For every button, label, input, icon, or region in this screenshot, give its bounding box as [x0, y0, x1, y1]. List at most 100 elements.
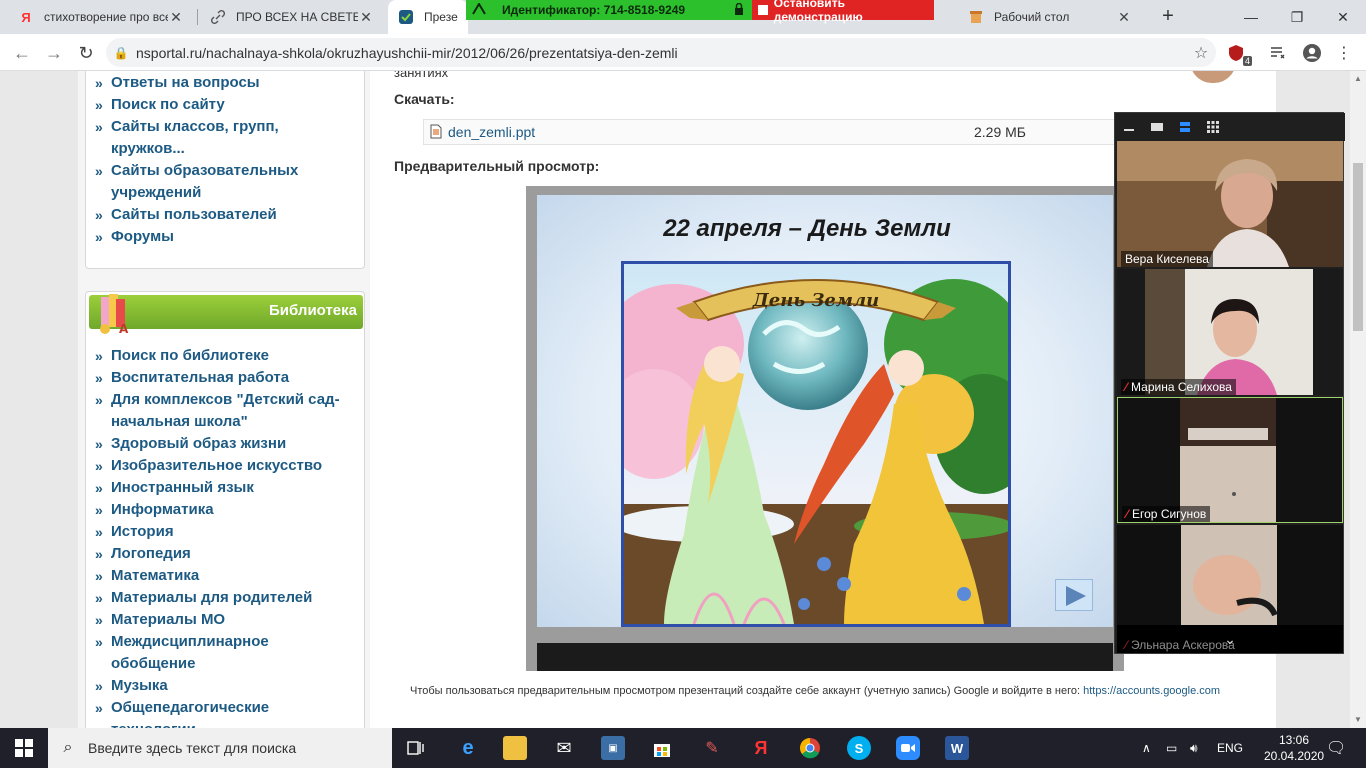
new-tab-button[interactable]: +: [1156, 5, 1180, 29]
slide-title: 22 апреля – День Земли: [663, 215, 951, 242]
tab-yandex[interactable]: Я стихотворение про все ✕: [8, 0, 194, 34]
library-item-cont[interactable]: обобщение: [111, 653, 195, 675]
tab-pro-vseh[interactable]: ПРО ВСЕХ НА СВЕТЕ Б ✕: [200, 0, 384, 34]
tab-prezentatsiya[interactable]: Презен: [388, 0, 468, 34]
library-item[interactable]: Общепедагогические: [95, 697, 269, 719]
participant-video: [1118, 398, 1342, 522]
minimize-icon[interactable]: [1121, 119, 1137, 135]
scroll-up-icon[interactable]: ▲: [1350, 71, 1366, 87]
chrome-icon[interactable]: [798, 736, 822, 760]
library-item[interactable]: Изобразительное искусство: [95, 455, 322, 477]
page-scrollbar[interactable]: ▲ ▼: [1350, 71, 1366, 728]
library-item[interactable]: Для комплексов "Детский сад-: [95, 389, 340, 411]
single-view-icon[interactable]: [1149, 119, 1165, 135]
mail-icon[interactable]: ✉: [552, 736, 576, 760]
participant-tile[interactable]: ⁄ Марина Селихова: [1117, 269, 1343, 395]
notifications-icon[interactable]: 🗨︎: [1326, 728, 1346, 768]
library-item[interactable]: Логопедия: [95, 543, 191, 565]
taskbar: ⌕ Введите здесь текст для поиска e ✉ ▣ ✎…: [0, 728, 1366, 768]
clock[interactable]: 13:06 20.04.2020: [1264, 732, 1324, 764]
meeting-id-bar[interactable]: Идентификатор: 714-8518-9249: [466, 0, 752, 20]
play-icon: [1066, 586, 1086, 606]
sidebar-item-school-sites[interactable]: Сайты образовательных: [95, 160, 298, 182]
sidebar-item-user-sites[interactable]: Сайты пользователей: [95, 204, 277, 226]
word-icon[interactable]: W: [945, 736, 969, 760]
participant-name: Вера Киселева: [1121, 251, 1213, 267]
preview-notice: Чтобы пользоваться предварительным просм…: [410, 685, 1220, 697]
chevron-down-icon[interactable]: ⌄: [1220, 631, 1240, 649]
forward-arrow-icon[interactable]: →: [40, 39, 68, 67]
bookmark-star-icon[interactable]: ☆: [1186, 43, 1216, 63]
back-arrow-icon[interactable]: ←: [8, 39, 36, 67]
taskbar-search[interactable]: ⌕ Введите здесь текст для поиска: [48, 728, 392, 768]
skype-icon[interactable]: S: [847, 736, 871, 760]
windows-start-button[interactable]: [0, 728, 48, 768]
participant-tile-active[interactable]: ⁄ Егор Сигунов: [1117, 397, 1343, 523]
library-item-cont[interactable]: технологии: [111, 719, 196, 728]
sidebar-item-answers[interactable]: Ответы на вопросы: [95, 72, 260, 94]
library-item[interactable]: Междисциплинарное: [95, 631, 269, 653]
library-item[interactable]: Материалы МО: [95, 609, 225, 631]
extension-shield-icon[interactable]: 4: [1226, 43, 1252, 66]
svg-text:А: А: [119, 322, 129, 335]
menu-dots-icon[interactable]: ⋮: [1334, 43, 1354, 63]
file-link[interactable]: den_zemli.ppt: [448, 124, 535, 140]
minimize-button[interactable]: —: [1228, 0, 1274, 34]
earth-day-picture: День Земли: [624, 264, 1008, 624]
sidebar-item-forums[interactable]: Форумы: [95, 226, 174, 248]
library-item[interactable]: Воспитательная работа: [95, 367, 289, 389]
url-field[interactable]: 🔒 nsportal.ru/nachalnaya-shkola/okruzhay…: [106, 38, 1216, 67]
library-item-cont[interactable]: начальная школа": [111, 411, 248, 433]
strip-view-icon[interactable]: [1177, 119, 1193, 135]
close-icon[interactable]: ✕: [168, 9, 184, 26]
participant-name: ⁄ Егор Сигунов: [1122, 506, 1211, 522]
library-item[interactable]: Информатика: [95, 499, 213, 521]
file-explorer-icon[interactable]: [503, 736, 527, 760]
monitor-app-icon[interactable]: ▣: [601, 736, 625, 760]
next-slide-button[interactable]: [1055, 579, 1093, 611]
reading-list-icon[interactable]: [1268, 43, 1288, 63]
sidebar-item-class-sites-cont[interactable]: кружков...: [111, 138, 185, 160]
account-icon[interactable]: [1302, 43, 1322, 63]
library-item[interactable]: История: [95, 521, 173, 543]
library-item[interactable]: Материалы для родителей: [95, 587, 312, 609]
check-icon: [398, 9, 414, 25]
zoom-icon[interactable]: [896, 736, 920, 760]
store-icon[interactable]: [650, 736, 674, 760]
download-row: den_zemli.ppt 2.29 МБ: [423, 119, 1123, 145]
task-view-icon[interactable]: [404, 736, 428, 760]
tray-chevron-icon[interactable]: ∧: [1142, 728, 1151, 768]
sidebar-item-school-sites-cont[interactable]: учреждений: [111, 182, 201, 204]
scroll-down-icon[interactable]: ▼: [1350, 712, 1366, 728]
banner-text: День Земли: [752, 290, 880, 311]
sidebar-item-class-sites[interactable]: Сайты классов, групп,: [95, 116, 279, 138]
edge-icon[interactable]: e: [456, 736, 480, 760]
participant-tile[interactable]: Вера Киселева: [1117, 141, 1343, 267]
restore-button[interactable]: ❐: [1274, 0, 1320, 34]
library-item[interactable]: Математика: [95, 565, 199, 587]
network-icon[interactable]: ▭: [1166, 728, 1177, 768]
lock-icon: [734, 2, 744, 18]
library-item[interactable]: Музыка: [95, 675, 168, 697]
sidebar-item-search[interactable]: Поиск по сайту: [95, 94, 225, 116]
stop-share-button[interactable]: Остановить демонстрацию: [752, 0, 934, 24]
tab-rabochiy-stol[interactable]: Рабочий стол ✕: [958, 0, 1142, 34]
clock-time: 13:06: [1278, 733, 1310, 747]
close-window-button[interactable]: ✕: [1320, 0, 1366, 34]
reload-icon[interactable]: ↻: [72, 39, 100, 67]
yandex-browser-icon[interactable]: Я: [749, 736, 773, 760]
close-icon[interactable]: ✕: [1116, 9, 1132, 26]
volume-icon[interactable]: 🔊︎: [1190, 728, 1198, 768]
paint-icon[interactable]: ✎: [700, 736, 724, 760]
preview-label: Предварительный просмотр:: [394, 158, 600, 174]
library-item[interactable]: Поиск по библиотеке: [95, 345, 269, 367]
google-accounts-link[interactable]: https://accounts.google.com: [1083, 685, 1220, 697]
language-indicator[interactable]: ENG: [1217, 728, 1243, 768]
close-icon[interactable]: ✕: [358, 9, 374, 26]
scroll-thumb[interactable]: [1353, 163, 1363, 331]
box-icon: [968, 9, 984, 25]
grid-view-icon[interactable]: [1205, 119, 1221, 135]
search-placeholder: Введите здесь текст для поиска: [88, 740, 297, 756]
library-item[interactable]: Иностранный язык: [95, 477, 254, 499]
library-item[interactable]: Здоровый образ жизни: [95, 433, 286, 455]
